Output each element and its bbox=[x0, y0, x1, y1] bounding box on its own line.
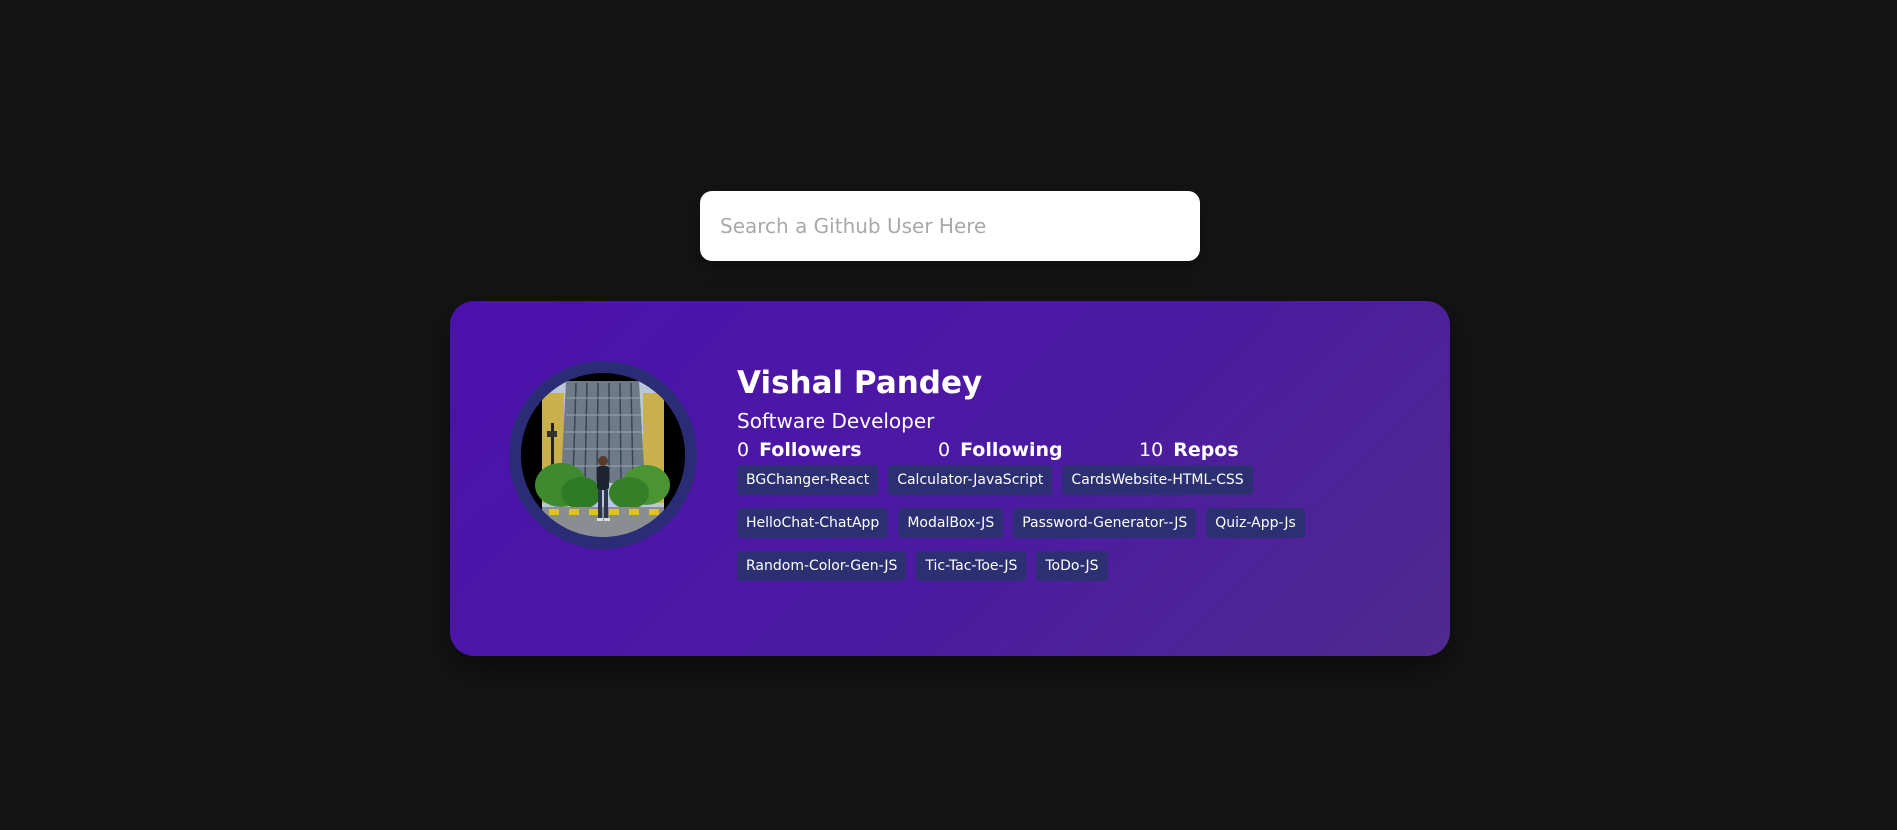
repo-link[interactable]: Tic-Tac-Toe-JS bbox=[916, 551, 1027, 581]
followers-count: 0 bbox=[737, 439, 750, 461]
repo-link[interactable]: BGChanger-React bbox=[737, 465, 879, 495]
search-input[interactable] bbox=[700, 191, 1200, 261]
repo-list: BGChanger-React Calculator-JavaScript Ca… bbox=[737, 465, 1387, 581]
repo-link[interactable]: Random-Color-Gen-JS bbox=[737, 551, 907, 581]
repos-count: 10 bbox=[1139, 439, 1164, 461]
stat-repos: 10 Repos bbox=[1139, 437, 1340, 463]
avatar-ring bbox=[509, 361, 697, 549]
following-count: 0 bbox=[938, 439, 951, 461]
profile-info: Vishal Pandey Software Developer 0 Follow… bbox=[737, 363, 1417, 581]
profile-stats: 0 Followers 0 Following 10 Repos bbox=[737, 437, 1417, 463]
search-box[interactable] bbox=[700, 191, 1200, 261]
repo-link[interactable]: ToDo-JS bbox=[1036, 551, 1108, 581]
repo-link[interactable]: Password-Generator--JS bbox=[1013, 508, 1197, 538]
stat-following: 0 Following bbox=[938, 437, 1139, 463]
avatar-image bbox=[521, 373, 685, 537]
repos-label: Repos bbox=[1173, 439, 1239, 461]
repo-link[interactable]: Quiz-App-Js bbox=[1206, 508, 1305, 538]
followers-label: Followers bbox=[759, 439, 862, 461]
avatar bbox=[521, 373, 685, 537]
stat-followers: 0 Followers bbox=[737, 437, 938, 463]
profile-bio: Software Developer bbox=[737, 409, 935, 433]
profile-card: Vishal Pandey Software Developer 0 Follow… bbox=[450, 301, 1450, 656]
repo-link[interactable]: Calculator-JavaScript bbox=[888, 465, 1053, 495]
following-label: Following bbox=[960, 439, 1063, 461]
repo-link[interactable]: ModalBox-JS bbox=[898, 508, 1004, 538]
repo-link[interactable]: CardsWebsite-HTML-CSS bbox=[1062, 465, 1253, 495]
profile-name: Vishal Pandey bbox=[737, 365, 983, 401]
repo-link[interactable]: HelloChat-ChatApp bbox=[737, 508, 889, 538]
